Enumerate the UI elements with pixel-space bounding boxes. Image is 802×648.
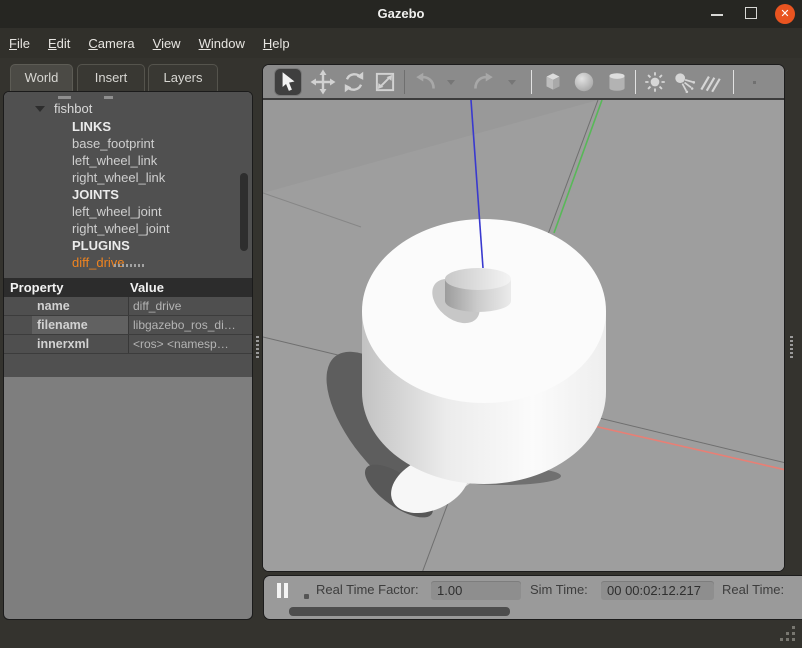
tab-world[interactable]: World [10, 64, 73, 91]
gazebo-window: Gazebo ✕ File Edit Camera View Window He… [0, 0, 802, 648]
chevron-down-icon[interactable] [35, 106, 45, 112]
render-toolbar [263, 65, 784, 100]
select-tool-button[interactable] [274, 68, 302, 96]
tree-item-joints[interactable]: JOINTS [4, 186, 252, 203]
toolbar-separator [635, 70, 636, 94]
directional-light-button[interactable] [697, 69, 723, 95]
redo-dropdown-caret-icon[interactable] [508, 80, 516, 85]
table-row-innerxml[interactable]: innerxml <ros> <namesp… [4, 335, 252, 354]
minimize-icon [711, 14, 723, 16]
close-icon: ✕ [775, 4, 795, 24]
world-tree: fishbot LINKS base_footprint left_wheel_… [4, 92, 252, 377]
insert-cylinder-button[interactable] [604, 69, 630, 95]
render-viewport[interactable] [263, 100, 785, 572]
toolbar-separator [733, 70, 734, 94]
tree-item-diff-drive[interactable]: diff_drive [4, 254, 252, 271]
render-panel [262, 64, 785, 572]
table-row-filename[interactable]: filename libgazebo_ros_di… [4, 316, 252, 335]
spot-light-button[interactable] [671, 69, 697, 95]
titlebar: Gazebo ✕ [0, 0, 802, 28]
sim-time-value: 00 00:02:12.217 [601, 581, 714, 600]
menu-camera[interactable]: Camera [88, 36, 134, 51]
toolbar-overflow-dot [753, 81, 756, 84]
directional-light-icon [697, 69, 723, 95]
scale-icon [372, 69, 398, 95]
spot-light-icon [671, 69, 697, 95]
pause-icon [284, 583, 288, 598]
time-panel: Real Time Factor: 1.00 Sim Time: 00 00:0… [263, 575, 802, 620]
cylinder-icon [604, 69, 630, 95]
rotate-icon [341, 69, 367, 95]
lidar-top [445, 268, 511, 290]
tab-insert[interactable]: Insert [77, 64, 145, 91]
pause-button[interactable] [264, 576, 298, 606]
point-light-button[interactable] [642, 69, 668, 95]
menu-help[interactable]: Help [263, 36, 290, 51]
tree-scrollbar[interactable] [240, 173, 248, 251]
tree-item-base-footprint[interactable]: base_footprint [4, 135, 252, 152]
step-button[interactable] [304, 594, 309, 599]
tree-table-splitter-handle[interactable] [114, 264, 144, 267]
tree-item-plugins[interactable]: PLUGINS [4, 237, 252, 254]
redo-icon [470, 69, 496, 95]
menu-edit[interactable]: Edit [48, 36, 70, 51]
menu-window[interactable]: Window [199, 36, 245, 51]
tree-item-right-wheel-joint[interactable]: right_wheel_joint [4, 220, 252, 237]
window-title: Gazebo [0, 0, 802, 28]
scale-tool-button[interactable] [372, 69, 398, 95]
tree-item-right-wheel-link[interactable]: right_wheel_link [4, 169, 252, 186]
tab-layers[interactable]: Layers [148, 64, 218, 91]
maximize-button[interactable] [738, 0, 764, 28]
clipped-tree-item [104, 96, 113, 99]
insert-sphere-button[interactable] [571, 69, 597, 95]
scene-canvas [263, 100, 785, 572]
column-header-property: Property [4, 278, 128, 297]
translate-tool-button[interactable] [310, 69, 336, 95]
sim-time-label: Sim Time: [530, 582, 588, 597]
select-arrow-icon [275, 69, 301, 95]
real-time-label: Real Time: [722, 582, 802, 597]
sphere-icon [571, 69, 597, 95]
tree-item-left-wheel-link[interactable]: left_wheel_link [4, 152, 252, 169]
property-table-header: Property Value [4, 278, 252, 297]
menu-file[interactable]: File [9, 36, 30, 51]
real-time-factor-label: Real Time Factor: [316, 582, 419, 597]
undo-dropdown-caret-icon[interactable] [447, 80, 455, 85]
right-splitter-handle[interactable] [790, 336, 793, 358]
undo-icon [413, 69, 439, 95]
menu-view[interactable]: View [153, 36, 181, 51]
column-header-value: Value [128, 278, 252, 297]
property-table: Property Value name diff_drive filename … [4, 278, 252, 354]
toolbar-separator [531, 70, 532, 94]
box-icon [540, 69, 566, 95]
point-light-icon [642, 69, 668, 95]
rotate-tool-button[interactable] [341, 69, 367, 95]
toolbar-separator [404, 70, 405, 94]
pause-icon [277, 583, 281, 598]
tree-item-links[interactable]: LINKS [4, 118, 252, 135]
horizontal-scrollbar[interactable] [289, 607, 510, 616]
resize-grip-icon[interactable] [780, 626, 798, 642]
tree-item-fishbot[interactable]: fishbot [4, 100, 252, 117]
translate-icon [310, 69, 336, 95]
world-panel: fishbot LINKS base_footprint left_wheel_… [3, 91, 253, 620]
insert-box-button[interactable] [540, 69, 566, 95]
clipped-tree-item [58, 96, 71, 99]
maximize-icon [745, 7, 757, 19]
redo-button[interactable] [470, 69, 496, 95]
real-time-factor-value: 1.00 [431, 581, 521, 600]
menubar: File Edit Camera View Window Help [0, 28, 802, 58]
minimize-button[interactable] [704, 0, 730, 28]
tree-item-left-wheel-joint[interactable]: left_wheel_joint [4, 203, 252, 220]
table-row-name[interactable]: name diff_drive [4, 297, 252, 316]
close-button[interactable]: ✕ [772, 0, 798, 28]
left-splitter-handle[interactable] [256, 336, 259, 358]
undo-button[interactable] [413, 69, 439, 95]
